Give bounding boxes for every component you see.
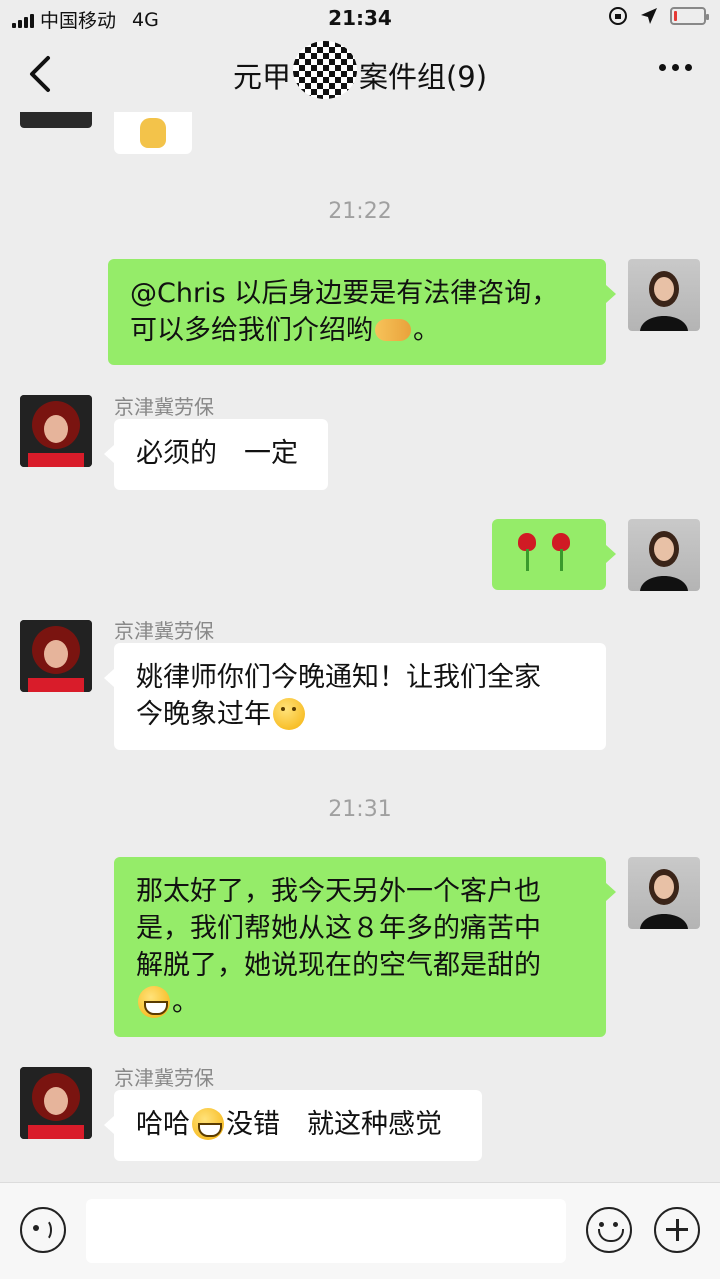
- battery-icon: [670, 7, 709, 25]
- message-bubble[interactable]: [114, 112, 192, 154]
- timestamp: 21:22: [328, 199, 392, 224]
- message-text: 。: [136, 984, 584, 1021]
- more-dots-icon[interactable]: [659, 64, 692, 71]
- sender-name: 京津冀劳保: [114, 1066, 214, 1090]
- message-text: 那太好了，我今天另外一个客户也: [136, 876, 541, 907]
- chat-title-suffix: 案件组(9): [358, 60, 488, 94]
- message-text-part: 。: [172, 987, 199, 1018]
- avatar[interactable]: [628, 519, 700, 591]
- avatar[interactable]: [20, 1067, 92, 1139]
- message-text-part: 今晚象过年: [136, 699, 271, 730]
- avatar[interactable]: [20, 620, 92, 692]
- profile-photo: [20, 395, 92, 467]
- message-text: 哈哈 没错 就这种感觉: [136, 1106, 460, 1143]
- emoji-icon[interactable]: [586, 1207, 632, 1253]
- smile-face-icon: [192, 1107, 224, 1140]
- chat-title[interactable]: 元甲 案件组(9): [0, 41, 720, 99]
- navigation-bar: 元甲 案件组(9): [0, 36, 720, 112]
- voice-icon[interactable]: [20, 1207, 66, 1253]
- chat-area[interactable]: 21:22 @Chris 以后身边要是有法律咨询， 可以多给我们介绍哟。 京津冀…: [0, 112, 720, 1182]
- message-text: 必须的 一定: [136, 438, 298, 469]
- grinning-face-icon: [138, 985, 170, 1018]
- status-bar: 中国移动 4G 21:34: [0, 0, 720, 36]
- message-text: @Chris 以后身边要是有法律咨询，: [130, 278, 559, 309]
- profile-photo: [640, 869, 688, 929]
- input-bar: [0, 1182, 720, 1279]
- message-text: 姚律师你们今晚通知！让我们全家: [136, 662, 541, 693]
- message-bubble[interactable]: 那太好了，我今天另外一个客户也 是，我们帮她从这８年多的痛苦中 解脱了，她说现在…: [114, 857, 616, 1037]
- victory-hand-icon: [140, 118, 166, 148]
- message-text-part: 。: [413, 315, 440, 346]
- message-text: 解脱了，她说现在的空气都是甜的: [136, 950, 541, 981]
- message-bubble[interactable]: 哈哈 没错 就这种感觉: [104, 1090, 482, 1161]
- message-bubble[interactable]: 必须的 一定: [104, 419, 328, 490]
- status-right: [608, 6, 709, 26]
- avatar[interactable]: [628, 259, 700, 331]
- thinking-face-icon: [273, 697, 305, 730]
- message-bubble[interactable]: @Chris 以后身边要是有法律咨询， 可以多给我们介绍哟 。: [108, 259, 616, 365]
- profile-photo: [20, 1067, 92, 1139]
- timestamp: 21:31: [328, 797, 392, 822]
- redacted-mask: [292, 41, 357, 99]
- rotation-lock-icon: [609, 7, 627, 25]
- profile-photo: [640, 271, 688, 331]
- message-text-part: 可以多给我们介绍哟: [130, 315, 373, 346]
- plus-icon[interactable]: [654, 1207, 700, 1253]
- profile-photo: [20, 620, 92, 692]
- message-text: 今晚象过年: [136, 696, 584, 733]
- message-bubble[interactable]: [492, 519, 616, 590]
- message-text: 是，我们帮她从这８年多的痛苦中: [136, 913, 541, 944]
- chat-title-prefix: 元甲: [232, 60, 291, 94]
- message-input[interactable]: [86, 1199, 566, 1263]
- avatar[interactable]: [20, 395, 92, 467]
- message-text: 可以多给我们介绍哟 。: [130, 312, 584, 349]
- location-icon: [641, 8, 657, 24]
- rose-icon: [550, 533, 572, 573]
- message-text-part: 没错 就这种感觉: [226, 1109, 442, 1140]
- handshake-icon: [375, 318, 411, 341]
- profile-photo: [640, 531, 688, 591]
- message-text-part: 哈哈: [136, 1109, 190, 1140]
- avatar[interactable]: [20, 112, 92, 128]
- sender-name: 京津冀劳保: [114, 619, 214, 643]
- sender-name: 京津冀劳保: [114, 395, 214, 419]
- avatar[interactable]: [628, 857, 700, 929]
- message-bubble[interactable]: 姚律师你们今晚通知！让我们全家 今晚象过年: [104, 643, 606, 750]
- rose-icon: [516, 533, 538, 573]
